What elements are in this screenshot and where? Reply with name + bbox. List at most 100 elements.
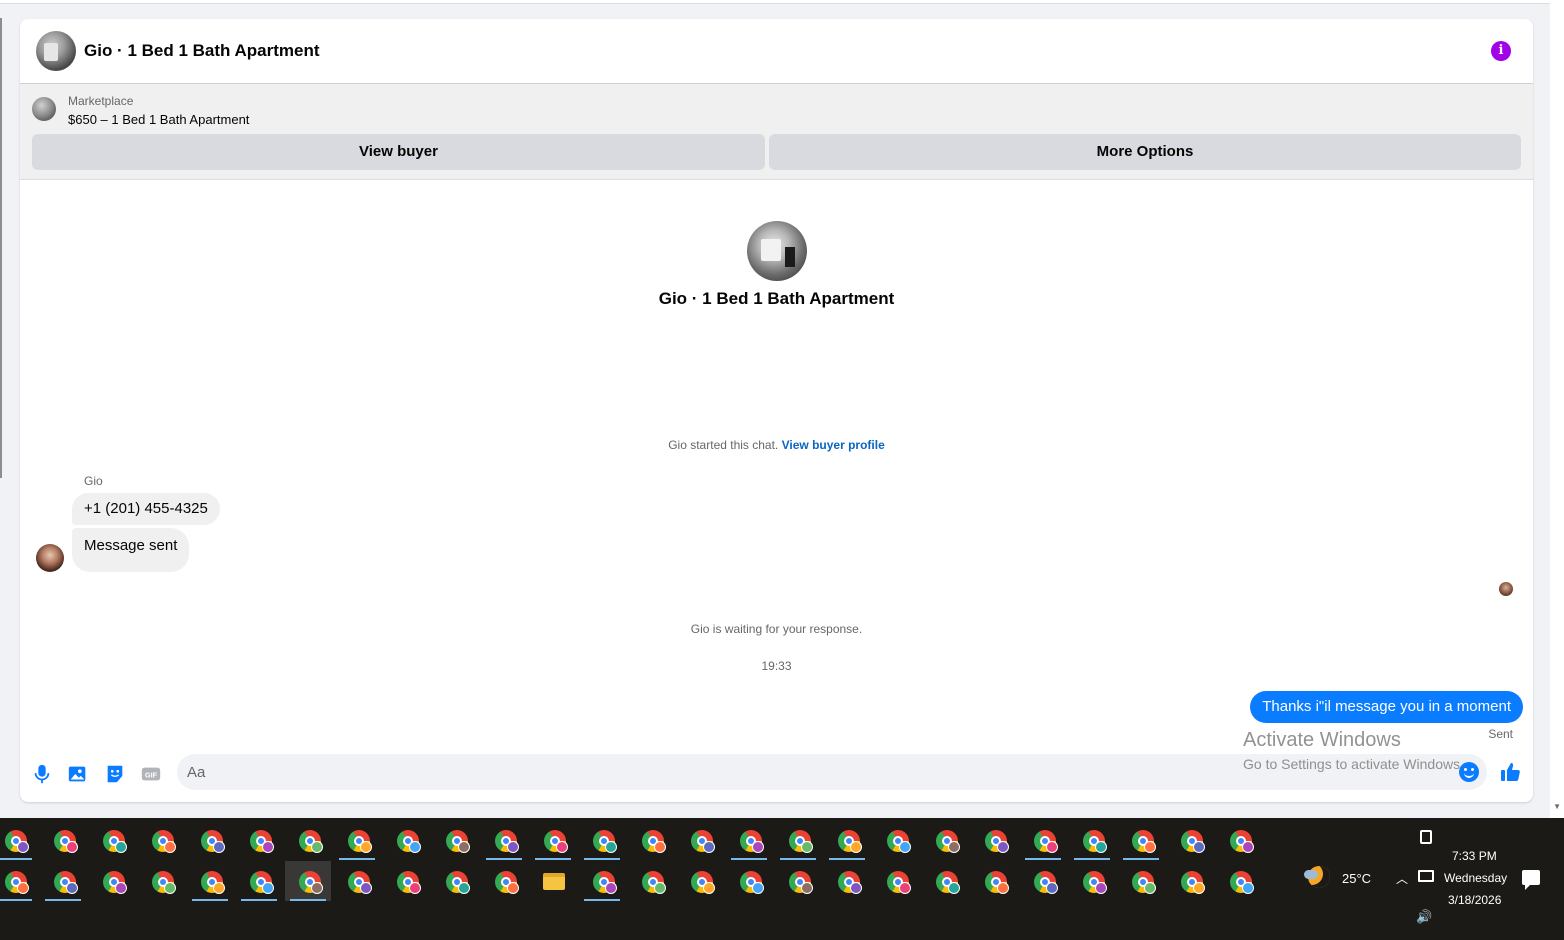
taskbar-app-button[interactable]	[0, 861, 37, 901]
clock-day[interactable]: Wednesday	[1444, 871, 1507, 885]
top-border	[0, 0, 1564, 4]
running-indicator	[829, 858, 865, 860]
taskbar-app-button[interactable]	[824, 861, 870, 901]
taskbar-app-button[interactable]	[383, 861, 429, 901]
clock-date[interactable]: 3/18/2026	[1448, 893, 1501, 907]
outgoing-message[interactable]: Thanks i"il message you in a moment	[1250, 691, 1523, 723]
view-buyer-profile-link[interactable]: View buyer profile	[782, 438, 885, 452]
profile-badge-icon	[1144, 841, 1156, 853]
taskbar-app-button[interactable]	[236, 861, 282, 901]
thumbs-up-icon[interactable]	[1499, 760, 1523, 784]
listing-thumbnail[interactable]	[36, 31, 76, 71]
taskbar-app-button[interactable]	[677, 820, 723, 860]
conversation-avatar[interactable]	[747, 221, 807, 281]
taskbar-app-button[interactable]	[481, 861, 527, 901]
microphone-icon[interactable]	[31, 763, 53, 785]
taskbar-app-button[interactable]	[922, 820, 968, 860]
scroll-down-arrow-icon[interactable]: ▼	[1553, 802, 1561, 812]
taskbar-app-button[interactable]	[530, 820, 576, 860]
scrollbar[interactable]: ▼	[1550, 0, 1564, 818]
meet-now-icon[interactable]	[1420, 830, 1432, 844]
taskbar-app-button[interactable]	[873, 820, 919, 860]
emoji-icon[interactable]	[1459, 762, 1479, 782]
taskbar-app-button[interactable]	[383, 820, 429, 860]
message-input-box[interactable]	[177, 754, 1487, 790]
taskbar-app-button[interactable]	[285, 820, 331, 860]
taskbar-app-button[interactable]	[236, 820, 282, 860]
taskbar-app-button[interactable]	[138, 820, 184, 860]
taskbar-app-button[interactable]	[1118, 820, 1164, 860]
taskbar-app-button[interactable]	[726, 861, 772, 901]
taskbar-app-button[interactable]	[334, 820, 380, 860]
running-indicator	[339, 858, 375, 860]
running-indicator	[780, 858, 816, 860]
taskbar-app-button[interactable]	[40, 820, 86, 860]
taskbar-app-button[interactable]	[285, 861, 331, 901]
taskbar-app-button[interactable]	[481, 820, 527, 860]
listing-price-title: $650 – 1 Bed 1 Bath Apartment	[68, 112, 250, 127]
show-hidden-icons-chevron-icon[interactable]: ︿	[1396, 870, 1408, 887]
view-buyer-button[interactable]: View buyer	[32, 134, 765, 170]
profile-badge-icon	[899, 841, 911, 853]
taskbar-app-button[interactable]	[726, 820, 772, 860]
profile-badge-icon	[409, 841, 421, 853]
taskbar-app-button[interactable]	[1216, 861, 1262, 901]
clock-time[interactable]: 7:33 PM	[1452, 849, 1497, 863]
taskbar-app-button[interactable]	[677, 861, 723, 901]
sender-avatar[interactable]	[36, 544, 64, 572]
taskbar-app-button[interactable]	[40, 861, 86, 901]
taskbar-app-button[interactable]	[775, 861, 821, 901]
conversation-title: Gio · 1 Bed 1 Bath Apartment	[658, 289, 895, 308]
incoming-message[interactable]: Message sent	[72, 528, 190, 572]
profile-badge-icon	[801, 882, 813, 894]
incoming-message[interactable]: +1 (201) 455-4325	[72, 493, 220, 525]
taskbar-app-button[interactable]	[873, 861, 919, 901]
marketplace-panel: Marketplace $650 – 1 Bed 1 Bath Apartmen…	[20, 84, 1533, 180]
taskbar-app-button[interactable]	[579, 861, 625, 901]
taskbar-app-button[interactable]	[971, 861, 1017, 901]
taskbar-app-button[interactable]	[1069, 861, 1115, 901]
taskbar-app-button[interactable]	[530, 861, 576, 901]
taskbar-app-button[interactable]	[187, 861, 233, 901]
taskbar-app-button[interactable]	[1167, 820, 1213, 860]
taskbar-app-button[interactable]	[432, 820, 478, 860]
taskbar-app-button[interactable]	[1020, 861, 1066, 901]
taskbar-app-button[interactable]	[922, 861, 968, 901]
running-indicator	[45, 899, 81, 901]
taskbar-app-button[interactable]	[432, 861, 478, 901]
taskbar-app-button[interactable]	[89, 820, 135, 860]
more-options-button[interactable]: More Options	[769, 134, 1521, 170]
weather-temperature[interactable]: 25°C	[1342, 871, 1371, 886]
taskbar-app-button[interactable]	[579, 820, 625, 860]
file-explorer-icon	[543, 873, 565, 890]
gif-icon[interactable]: GIF	[140, 763, 162, 785]
taskbar-app-button[interactable]	[89, 861, 135, 901]
taskbar-app-button[interactable]	[1069, 820, 1115, 860]
volume-icon[interactable]: 🔊	[1416, 909, 1432, 925]
taskbar-app-button[interactable]	[334, 861, 380, 901]
taskbar-app-button[interactable]	[1020, 820, 1066, 860]
taskbar-app-button[interactable]	[971, 820, 1017, 860]
sticker-icon[interactable]	[104, 763, 126, 785]
photo-icon[interactable]	[67, 763, 89, 785]
taskbar-app-button[interactable]	[1118, 861, 1164, 901]
taskbar-app-button[interactable]	[628, 861, 674, 901]
network-icon[interactable]	[1418, 870, 1434, 882]
taskbar-app-button[interactable]	[0, 820, 37, 860]
profile-badge-icon	[997, 841, 1009, 853]
message-input[interactable]	[187, 754, 1437, 790]
taskbar-app-button[interactable]	[775, 820, 821, 860]
taskbar-app-button[interactable]	[138, 861, 184, 901]
weather-icon[interactable]	[1304, 866, 1330, 888]
chat-title[interactable]: Gio · 1 Bed 1 Bath Apartment	[84, 41, 320, 61]
profile-badge-icon	[115, 882, 127, 894]
notifications-icon[interactable]	[1522, 870, 1540, 890]
info-icon[interactable]: i	[1491, 41, 1511, 61]
taskbar-app-button[interactable]	[1216, 820, 1262, 860]
taskbar-app-button[interactable]	[1167, 861, 1213, 901]
profile-badge-icon	[507, 882, 519, 894]
taskbar-app-button[interactable]	[628, 820, 674, 860]
taskbar-app-button[interactable]	[187, 820, 233, 860]
profile-badge-icon	[66, 841, 78, 853]
taskbar-app-button[interactable]	[824, 820, 870, 860]
